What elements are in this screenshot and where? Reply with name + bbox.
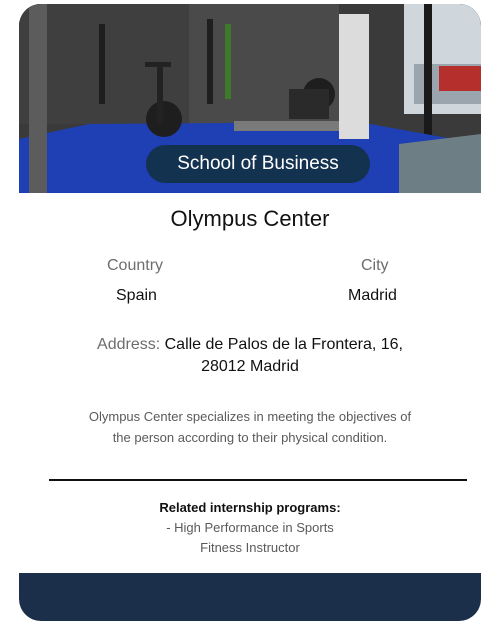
description-line-2: the person according to their physical c… <box>112 430 388 445</box>
program-item: - High Performance in Sports <box>166 520 334 535</box>
center-title: Olympus Center <box>170 206 330 231</box>
program-item: Fitness Instructor <box>200 540 300 555</box>
city-value: Madrid <box>348 287 397 304</box>
country-value: Spain <box>116 287 157 304</box>
address-line-1: Calle de Palos de la Frontera, 16, <box>164 336 403 353</box>
center-card: School of Business Olympus Center Countr… <box>19 4 481 621</box>
card-footer <box>19 573 481 621</box>
related-programs: Related internship programs: - High Perf… <box>19 498 481 558</box>
address-line-2: 28012 Madrid <box>201 358 299 375</box>
address-label: Address: <box>97 336 161 353</box>
country-label: Country <box>107 257 164 274</box>
address: Address: Calle de Palos de la Frontera, … <box>59 334 441 378</box>
school-badge: School of Business <box>146 145 370 183</box>
city-label: City <box>361 257 389 274</box>
divider <box>49 479 467 481</box>
description-line-1: Olympus Center specializes in meeting th… <box>88 409 412 424</box>
description: Olympus Center specializes in meeting th… <box>47 406 453 448</box>
gym-photo: School of Business <box>19 4 481 193</box>
programs-heading: Related internship programs: <box>159 500 341 515</box>
